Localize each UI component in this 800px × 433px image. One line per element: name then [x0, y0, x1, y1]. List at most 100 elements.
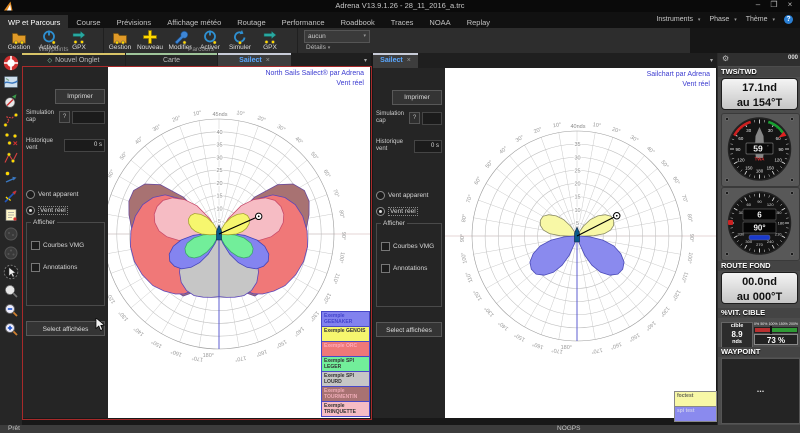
sidebar-tool-tool-dim-2-icon[interactable] — [2, 244, 20, 262]
tab-nouvel-onglet[interactable]: ◇Nouvel Onglet — [22, 53, 125, 68]
menu-phase[interactable]: Phase ▾ — [709, 16, 739, 23]
plus-icon — [142, 29, 158, 45]
print-button[interactable]: Imprimer — [392, 90, 442, 105]
wrench-icon — [172, 29, 188, 45]
left-legend-item[interactable]: Exemple GEENAKER — [321, 311, 370, 327]
polar-plot: 510152025303540nds10°10°20°20°30°30°40°4… — [445, 68, 716, 418]
annotations-checkbox[interactable] — [381, 264, 390, 273]
close-button[interactable]: × — [782, 0, 798, 9]
sidebar-tool-route-edit-icon[interactable] — [2, 149, 20, 167]
help-icon[interactable]: ? — [784, 15, 793, 24]
close-tab-icon[interactable]: × — [266, 57, 270, 64]
print-button[interactable]: Imprimer — [55, 89, 105, 104]
svg-text:130°: 130° — [118, 309, 130, 322]
svg-text:10: 10 — [216, 206, 222, 212]
percent-scale-label: 0% — [754, 322, 759, 326]
svg-text:30°: 30° — [515, 135, 525, 144]
tab-overflow-icon[interactable]: ▾ — [710, 57, 713, 64]
adrena-window: Adrena V13.9.1.26 - 28_11_2016_a.trc – ❐… — [0, 0, 800, 433]
left-legend-item[interactable]: Exemple ORC — [321, 341, 370, 357]
svg-text:40°: 40° — [499, 146, 509, 156]
target-speed-value: cible 8.9 nds — [721, 322, 753, 348]
select-affichees-button[interactable]: Select affichées — [376, 322, 442, 337]
courbes-vmg-checkbox[interactable] — [381, 242, 390, 251]
menu-thème[interactable]: Thème ▾ — [746, 16, 778, 23]
left-legend-item[interactable]: Exemple SPI LEGER — [321, 356, 370, 372]
vent-reel-radio[interactable] — [376, 207, 385, 216]
sidebar-tool-life-ring-icon[interactable] — [2, 54, 20, 72]
help-button[interactable]: ? — [409, 112, 420, 124]
tws-twd-header: TWS/TWD — [718, 67, 800, 77]
svg-text:130°: 130° — [308, 309, 320, 322]
svg-text:59: 59 — [753, 144, 763, 154]
svg-text:25: 25 — [574, 168, 580, 174]
sidebar-tool-map-icon[interactable] — [2, 73, 20, 91]
vent-reel-radio[interactable] — [26, 206, 35, 215]
details-dropdown[interactable]: Détails ▾ — [306, 44, 330, 51]
sidebar-tool-zoom-select-icon[interactable] — [2, 282, 20, 300]
gear-icon[interactable]: ⚙ — [722, 54, 729, 63]
svg-text:170°: 170° — [234, 354, 246, 362]
simulation-cap-input[interactable] — [72, 111, 105, 124]
tab-icon: ◇ — [48, 58, 53, 64]
left-legend-item[interactable]: Exemple GENOIS — [321, 326, 370, 342]
svg-text:70°: 70° — [680, 194, 688, 204]
simulation-cap-label: Simulation cap — [26, 110, 59, 123]
svg-text:90: 90 — [736, 147, 741, 152]
svg-text:50°: 50° — [485, 160, 495, 170]
sidebar-tool-route-waypoints-icon[interactable] — [2, 111, 20, 129]
sidebar-tool-zoom-out-icon[interactable] — [2, 301, 20, 319]
minimize-button[interactable]: – — [750, 0, 766, 9]
left-legend-item[interactable]: Exemple SPI LOURD — [321, 371, 370, 387]
svg-text:60°: 60° — [322, 169, 331, 179]
instruments-toolbar-text: 000 — [788, 55, 798, 61]
sidebar-tool-zoom-in-icon[interactable] — [2, 320, 20, 338]
sidebar-tool-mark-arrow-icon[interactable] — [2, 168, 20, 186]
sidebar-tool-marks-icon[interactable] — [2, 130, 20, 148]
svg-text:150°: 150° — [151, 338, 164, 349]
vent-apparent-radio[interactable] — [26, 190, 35, 199]
menu-right: Instruments ▾ Phase ▾ Thème ▾? — [653, 12, 796, 28]
left-legend-item[interactable]: Exemple TOURMENTIN — [321, 386, 370, 402]
svg-text:160°: 160° — [610, 340, 623, 350]
courbes-vmg-checkbox[interactable] — [31, 241, 40, 250]
sidebar-tool-tool-dim-1-icon[interactable] — [2, 225, 20, 243]
svg-text:90°: 90° — [460, 234, 466, 242]
help-button[interactable]: ? — [59, 111, 70, 123]
svg-text:80°: 80° — [337, 210, 344, 219]
maximize-button[interactable]: ❐ — [766, 0, 782, 9]
simulation-cap-label: Simulation cap — [376, 111, 409, 124]
tab-bar-left: ◇Nouvel OngletCarteSailect× ▾ — [22, 53, 371, 68]
menu-instruments[interactable]: Instruments ▾ — [656, 16, 703, 23]
historique-vent-input[interactable]: 0 s — [64, 139, 105, 152]
sidebar-tool-compass-tools-icon[interactable] — [2, 92, 20, 110]
vent-apparent-radio[interactable] — [376, 191, 385, 200]
svg-text:120: 120 — [737, 158, 745, 163]
select-affichees-button[interactable]: Select affichées — [26, 321, 105, 336]
sidebar-tool-notes-icon[interactable] — [2, 206, 20, 224]
tab-carte[interactable]: Carte — [126, 53, 217, 68]
chevron-down-icon: ▾ — [328, 45, 331, 51]
historique-vent-input[interactable]: 0 s — [414, 140, 442, 153]
svg-text:5: 5 — [576, 221, 579, 227]
parcours-preset-dropdown[interactable]: aucun▾ — [304, 30, 370, 43]
sidebar-tool-pointer-tool-icon[interactable] — [2, 263, 20, 281]
annotations-checkbox[interactable] — [31, 263, 40, 272]
svg-text:100°: 100° — [685, 252, 693, 264]
svg-text:110°: 110° — [465, 271, 474, 283]
simulation-cap-input[interactable] — [422, 112, 442, 125]
tab-overflow-icon[interactable]: ▾ — [364, 57, 367, 64]
right-legend-item[interactable]: foctest — [674, 391, 717, 407]
left-legend-item[interactable]: Exemple TRINQUETTE — [321, 401, 370, 417]
percent-scale-label: 150% — [779, 322, 788, 326]
tab-sailect[interactable]: Sailect× — [218, 53, 291, 68]
percent-gauge-scale: 0%50%100%150%200% — [754, 322, 798, 326]
right-legend-item[interactable]: spi test — [674, 406, 717, 422]
svg-text:100°: 100° — [461, 252, 469, 264]
svg-text:80°: 80° — [686, 214, 693, 223]
sidebar-tool-dart-edit-icon[interactable] — [2, 187, 20, 205]
tab-sailect[interactable]: Sailect× — [373, 53, 418, 68]
close-tab-icon[interactable]: × — [407, 57, 411, 64]
vent-reel-label: Vent réel — [38, 206, 68, 215]
svg-text:20°: 20° — [256, 115, 266, 123]
